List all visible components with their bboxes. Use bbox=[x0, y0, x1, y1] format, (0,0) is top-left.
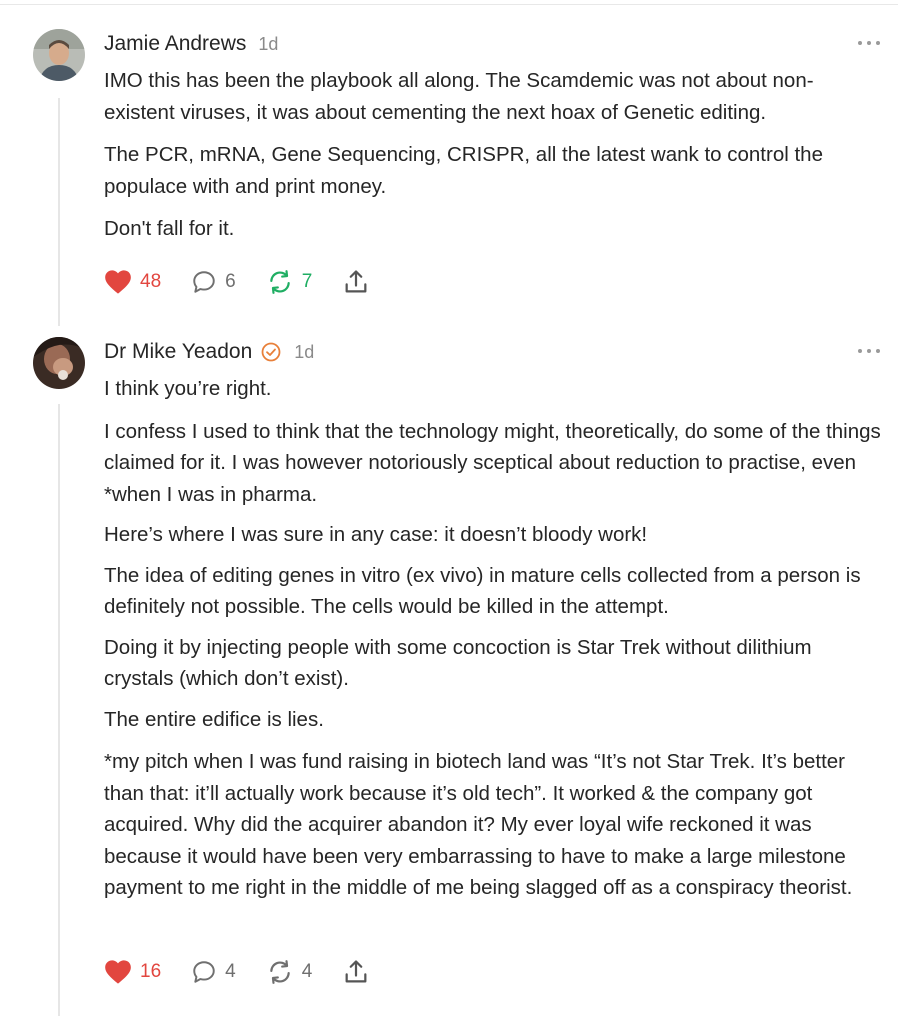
restack-count: 4 bbox=[301, 961, 313, 982]
reply-count: 6 bbox=[225, 271, 236, 292]
timestamp[interactable]: 1d bbox=[258, 34, 278, 55]
thread-line bbox=[58, 404, 60, 1016]
person-photo-avatar bbox=[33, 29, 85, 81]
comment-actions: 16 4 4 bbox=[104, 957, 400, 987]
avatar[interactable] bbox=[33, 337, 85, 389]
comment-actions: 48 6 7 bbox=[104, 267, 400, 297]
reply-count: 4 bbox=[225, 961, 236, 982]
like-button[interactable]: 48 bbox=[104, 269, 161, 295]
comment-paragraph: The PCR, mRNA, Gene Sequencing, CRISPR, … bbox=[104, 143, 823, 198]
restack-button[interactable]: 7 bbox=[266, 269, 313, 295]
share-button[interactable] bbox=[342, 958, 370, 986]
reply-button[interactable]: 4 bbox=[191, 959, 236, 985]
comment-paragraph: *my pitch when I was fund raising in bio… bbox=[104, 750, 853, 899]
comment-body: IMO this has been the playbook all along… bbox=[104, 65, 884, 245]
share-icon bbox=[345, 270, 367, 293]
comment-paragraph: Don't fall for it. bbox=[104, 217, 235, 240]
comment-paragraph: The entire edifice is lies. bbox=[104, 707, 324, 731]
comment-header: Dr Mike Yeadon 1d bbox=[104, 338, 314, 366]
avatar[interactable] bbox=[33, 29, 85, 81]
share-icon bbox=[345, 960, 367, 983]
more-options-icon[interactable] bbox=[858, 347, 880, 355]
top-divider bbox=[0, 4, 898, 5]
restack-icon bbox=[269, 270, 290, 294]
comment-body: I think you’re right. I confess I used t… bbox=[104, 373, 884, 904]
share-button[interactable] bbox=[342, 268, 370, 296]
verified-badge-icon bbox=[260, 341, 282, 363]
like-count: 16 bbox=[140, 961, 162, 982]
thread-line bbox=[58, 98, 60, 326]
heart-icon bbox=[105, 270, 131, 294]
author-name[interactable]: Jamie Andrews bbox=[104, 32, 246, 56]
author-name[interactable]: Dr Mike Yeadon bbox=[104, 340, 252, 364]
heart-icon bbox=[105, 960, 131, 984]
restack-button[interactable]: 4 bbox=[266, 959, 313, 985]
comment-paragraph: Doing it by injecting people with some c… bbox=[104, 635, 812, 691]
comment-paragraph: I think you’re right. bbox=[104, 377, 272, 400]
like-button[interactable]: 16 bbox=[104, 959, 161, 985]
comment-paragraph: IMO this has been the playbook all along… bbox=[104, 69, 814, 124]
comment-bubble-icon bbox=[193, 271, 215, 293]
comment-bubble-icon bbox=[193, 961, 215, 983]
timestamp[interactable]: 1d bbox=[294, 342, 314, 363]
restack-count: 7 bbox=[301, 271, 313, 292]
comment-paragraph: I confess I used to think that the techn… bbox=[104, 419, 881, 506]
person-photo-avatar bbox=[33, 337, 85, 389]
comment-paragraph: Here’s where I was sure in any case: it … bbox=[104, 523, 648, 546]
like-count: 48 bbox=[140, 271, 162, 292]
comment-paragraph: The idea of editing genes in vitro (ex v… bbox=[104, 563, 861, 619]
comment-header: Jamie Andrews 1d bbox=[104, 30, 278, 58]
more-options-icon[interactable] bbox=[858, 39, 880, 47]
reply-button[interactable]: 6 bbox=[191, 269, 236, 295]
restack-icon bbox=[269, 960, 290, 984]
